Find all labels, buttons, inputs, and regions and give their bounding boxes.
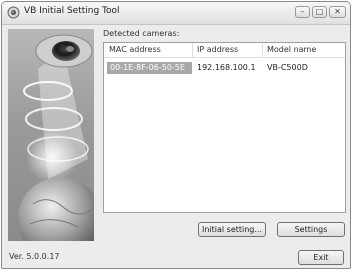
cell-ip-address[interactable]: 192.168.100.1 — [197, 63, 256, 72]
column-header-mac[interactable]: MAC address — [109, 45, 161, 54]
column-header-ip[interactable]: IP address — [197, 45, 238, 54]
cameras-list[interactable]: MAC address IP address Model name 00-1E-… — [103, 42, 346, 213]
list-header: MAC address IP address Model name — [104, 43, 345, 58]
column-divider[interactable] — [262, 43, 263, 57]
decorative-banner-image — [8, 29, 94, 241]
table-row[interactable]: 00-1E-8F-06-50-5E 192.168.100.1 VB-C500D — [105, 62, 344, 74]
version-label: Ver. 5.0.0.17 — [9, 252, 60, 261]
exit-button[interactable]: Exit — [298, 250, 344, 265]
detected-cameras-label: Detected cameras: — [103, 29, 180, 38]
cell-mac-address[interactable]: 00-1E-8F-06-50-5E — [107, 62, 192, 74]
settings-button[interactable]: Settings — [277, 222, 345, 237]
camera-icon — [7, 6, 20, 19]
column-header-model[interactable]: Model name — [267, 45, 316, 54]
title-bar[interactable]: VB Initial Setting Tool – □ ✕ — [2, 2, 350, 25]
window-title: VB Initial Setting Tool — [24, 6, 120, 16]
column-divider[interactable] — [192, 43, 193, 57]
maximize-button[interactable]: □ — [312, 6, 327, 18]
app-window: VB Initial Setting Tool – □ ✕ Detected c… — [1, 1, 351, 269]
maximize-icon: □ — [315, 7, 324, 16]
initial-setting-button[interactable]: Initial setting... — [198, 222, 266, 237]
minimize-button[interactable]: – — [295, 6, 310, 18]
close-icon: ✕ — [334, 7, 341, 16]
minimize-icon: – — [300, 7, 305, 16]
close-button[interactable]: ✕ — [329, 6, 346, 18]
cell-model-name[interactable]: VB-C500D — [267, 63, 308, 72]
